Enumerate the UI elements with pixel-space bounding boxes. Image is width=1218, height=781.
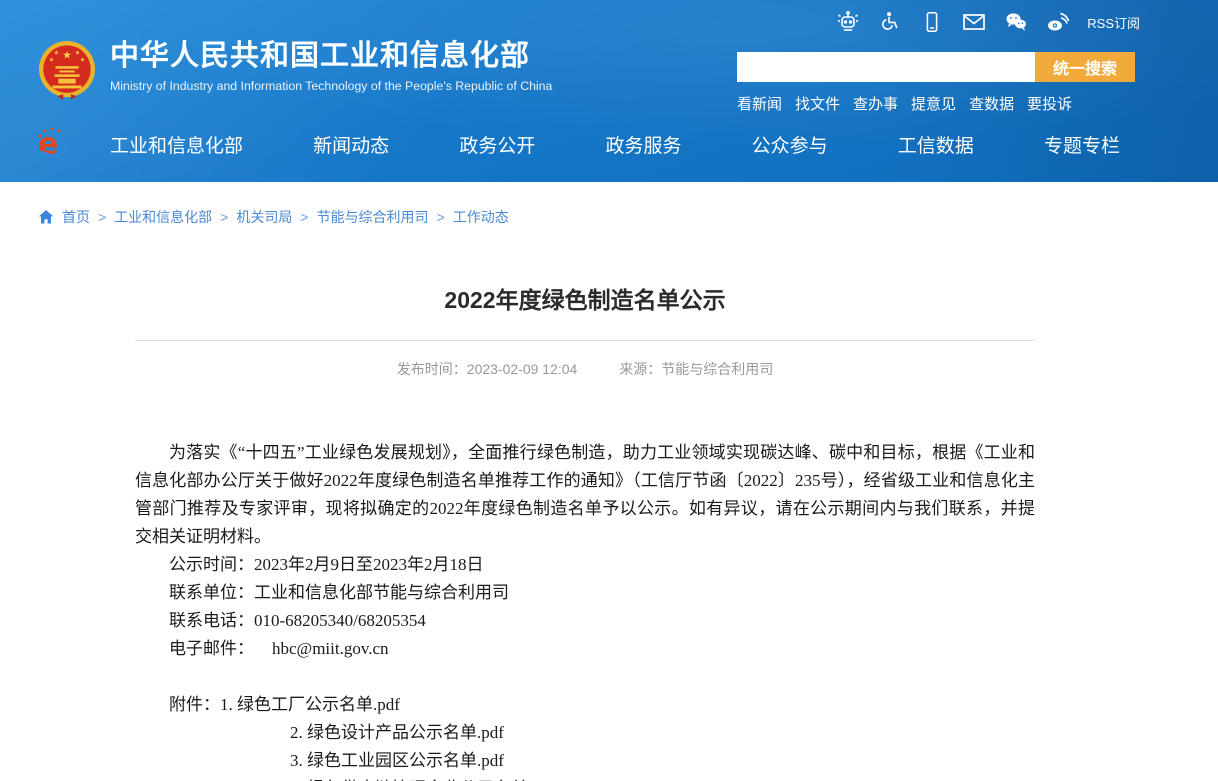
public-period-label: 公示时间： bbox=[169, 555, 254, 574]
article-meta: 发布时间：2023-02-09 12:04 来源：节能与综合利用司 bbox=[135, 359, 1035, 379]
svg-text:★: ★ bbox=[54, 50, 59, 57]
home-icon[interactable] bbox=[38, 209, 54, 225]
nav-item-gov-services[interactable]: 政务服务 bbox=[605, 131, 681, 158]
contact-unit-value: 工业和信息化部节能与综合利用司 bbox=[254, 583, 509, 602]
accessibility-icon[interactable] bbox=[877, 9, 903, 35]
unified-search-button[interactable]: 统一搜索 bbox=[1035, 52, 1135, 82]
mobile-icon[interactable] bbox=[919, 9, 945, 35]
breadcrumb-home[interactable]: 首页 bbox=[62, 207, 90, 227]
site-banner: RSS订阅 ★ ★ ★ ★ ★ 中华人民共和国工业和信息化部 Ministry bbox=[0, 0, 1218, 182]
top-utility-bar: RSS订阅 bbox=[835, 9, 1140, 35]
site-title: 中华人民共和国工业和信息化部 bbox=[110, 40, 552, 73]
svg-text:★: ★ bbox=[80, 56, 85, 63]
svg-text:★: ★ bbox=[49, 56, 54, 63]
nav-item-news[interactable]: 新闻动态 bbox=[313, 131, 389, 158]
search-area: 统一搜索 看新闻 找文件 查办事 提意见 查数据 要投诉 bbox=[737, 52, 1135, 114]
search-input[interactable] bbox=[737, 52, 1035, 82]
assistant-robot-icon[interactable] bbox=[835, 9, 861, 35]
svg-text:★: ★ bbox=[75, 50, 80, 57]
article-body: 为落实《“十四五”工业绿色发展规划》，全面推行绿色制造，助力工业领域实现碳达峰、… bbox=[135, 439, 1035, 781]
contact-unit-line: 联系单位：工业和信息化部节能与综合利用司 bbox=[135, 579, 1035, 607]
nav-item-gov-openness[interactable]: 政务公开 bbox=[459, 131, 535, 158]
contact-email-value: hbc@miit.gov.cn bbox=[272, 639, 389, 658]
nav-item-special-topics[interactable]: 专题专栏 bbox=[1044, 131, 1120, 158]
attachment-link-green-design-products[interactable]: 2. 绿色设计产品公示名单.pdf bbox=[290, 723, 504, 742]
article-title: 2022年度绿色制造名单公示 bbox=[135, 281, 1035, 315]
attachment-line-2: 2. 绿色设计产品公示名单.pdf bbox=[135, 719, 1035, 747]
attachment-line-3: 3. 绿色工业园区公示名单.pdf bbox=[135, 747, 1035, 775]
site-subtitle: Ministry of Industry and Information Tec… bbox=[110, 79, 552, 93]
nav-item-data[interactable]: 工信数据 bbox=[898, 131, 974, 158]
attachment-line-4: 4. 绿色供应链管理企业公示名单.pdf bbox=[135, 775, 1035, 781]
main-nav: e 工业和信息化部 新闻动态 政务公开 政务服务 公众参与 工信数据 专题专栏 bbox=[0, 118, 1218, 170]
nav-item-public-participation[interactable]: 公众参与 bbox=[752, 131, 828, 158]
contact-phone-value: 010-68205340/68205354 bbox=[254, 611, 426, 630]
breadcrumb-energy-dept[interactable]: 节能与综合利用司 bbox=[317, 207, 429, 227]
publish-time-label: 发布时间： bbox=[397, 361, 467, 377]
wechat-icon[interactable] bbox=[1003, 9, 1029, 35]
contact-phone-line: 联系电话：010-68205340/68205354 bbox=[135, 607, 1035, 635]
quick-link-complaints[interactable]: 要投诉 bbox=[1027, 93, 1072, 114]
breadcrumb-separator: > bbox=[220, 209, 228, 225]
source-label: 来源： bbox=[619, 361, 661, 377]
source-value: 节能与综合利用司 bbox=[661, 361, 773, 377]
rss-subscribe-link[interactable]: RSS订阅 bbox=[1087, 13, 1140, 32]
attachment-link-green-factory[interactable]: 1. 绿色工厂公示名单.pdf bbox=[220, 695, 400, 714]
contact-unit-label: 联系单位： bbox=[169, 583, 254, 602]
attachment-link-green-industrial-parks[interactable]: 3. 绿色工业园区公示名单.pdf bbox=[290, 751, 504, 770]
miit-e-logo-icon: e bbox=[33, 122, 75, 164]
contact-email-line: 电子邮件： hbc@miit.gov.cn bbox=[135, 635, 1035, 663]
article: 2022年度绿色制造名单公示 发布时间：2023-02-09 12:04 来源：… bbox=[135, 281, 1035, 781]
quick-link-news[interactable]: 看新闻 bbox=[737, 93, 782, 114]
national-emblem-logo: ★ ★ ★ ★ ★ bbox=[38, 40, 96, 107]
quick-link-suggestions[interactable]: 提意见 bbox=[911, 93, 956, 114]
breadcrumb-separator: > bbox=[98, 209, 106, 225]
title-divider bbox=[135, 340, 1035, 341]
attachments-section: 附件：1. 绿色工厂公示名单.pdf 2. 绿色设计产品公示名单.pdf 3. … bbox=[135, 691, 1035, 781]
site-brand: ★ ★ ★ ★ ★ 中华人民共和国工业和信息化部 Ministry of Ind… bbox=[38, 40, 552, 107]
nav-item-miit[interactable]: 工业和信息化部 bbox=[110, 131, 243, 158]
breadcrumb-departments[interactable]: 机关司局 bbox=[236, 207, 292, 227]
quick-link-data[interactable]: 查数据 bbox=[969, 93, 1014, 114]
mail-icon[interactable] bbox=[961, 9, 987, 35]
weibo-icon[interactable] bbox=[1045, 9, 1071, 35]
announcement-paragraph: 为落实《“十四五”工业绿色发展规划》，全面推行绿色制造，助力工业领域实现碳达峰、… bbox=[135, 439, 1035, 551]
attachment-line-1: 附件：1. 绿色工厂公示名单.pdf bbox=[135, 691, 1035, 719]
publish-time-value: 2023-02-09 12:04 bbox=[467, 361, 578, 377]
contact-email-label: 电子邮件： bbox=[169, 639, 254, 658]
breadcrumb-separator: > bbox=[300, 209, 308, 225]
quick-link-documents[interactable]: 找文件 bbox=[795, 93, 840, 114]
breadcrumb-current-work-trends: 工作动态 bbox=[453, 207, 509, 227]
attachments-label: 附件： bbox=[169, 695, 220, 714]
public-period-line: 公示时间：2023年2月9日至2023年2月18日 bbox=[135, 551, 1035, 579]
breadcrumb-miit[interactable]: 工业和信息化部 bbox=[114, 207, 212, 227]
public-period-value: 2023年2月9日至2023年2月18日 bbox=[254, 555, 484, 574]
breadcrumb-separator: > bbox=[437, 209, 445, 225]
quick-link-services[interactable]: 查办事 bbox=[853, 93, 898, 114]
breadcrumb: 首页 > 工业和信息化部 > 机关司局 > 节能与综合利用司 > 工作动态 bbox=[38, 207, 1218, 227]
svg-text:★: ★ bbox=[62, 48, 72, 61]
quick-links-row: 看新闻 找文件 查办事 提意见 查数据 要投诉 bbox=[737, 93, 1135, 114]
contact-phone-label: 联系电话： bbox=[169, 611, 254, 630]
